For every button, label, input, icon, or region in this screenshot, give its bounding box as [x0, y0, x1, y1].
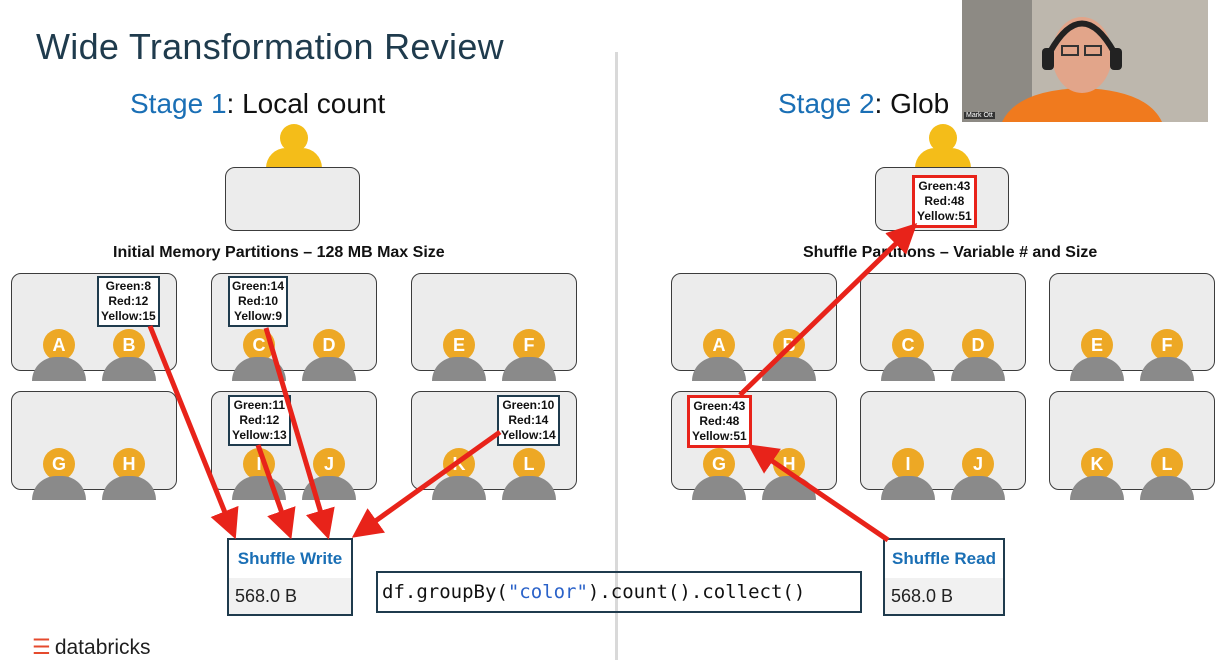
arrow-read-to-shuffle [747, 444, 890, 543]
presenter-video-icon [962, 0, 1208, 122]
arrow-shuffle-to-driver [738, 223, 918, 397]
presenter-webcam: Mark Ott [962, 0, 1208, 122]
databricks-logo-text: databricks [54, 636, 151, 659]
databricks-logo: ☰ databricks [32, 635, 151, 660]
arrow-p5-to-write [255, 444, 296, 540]
arrow-p6-to-write [351, 429, 502, 538]
arrow-p1-to-write [147, 325, 239, 540]
presenter-name: Mark Ott [964, 112, 995, 119]
databricks-logo-icon: ☰ [32, 636, 51, 659]
